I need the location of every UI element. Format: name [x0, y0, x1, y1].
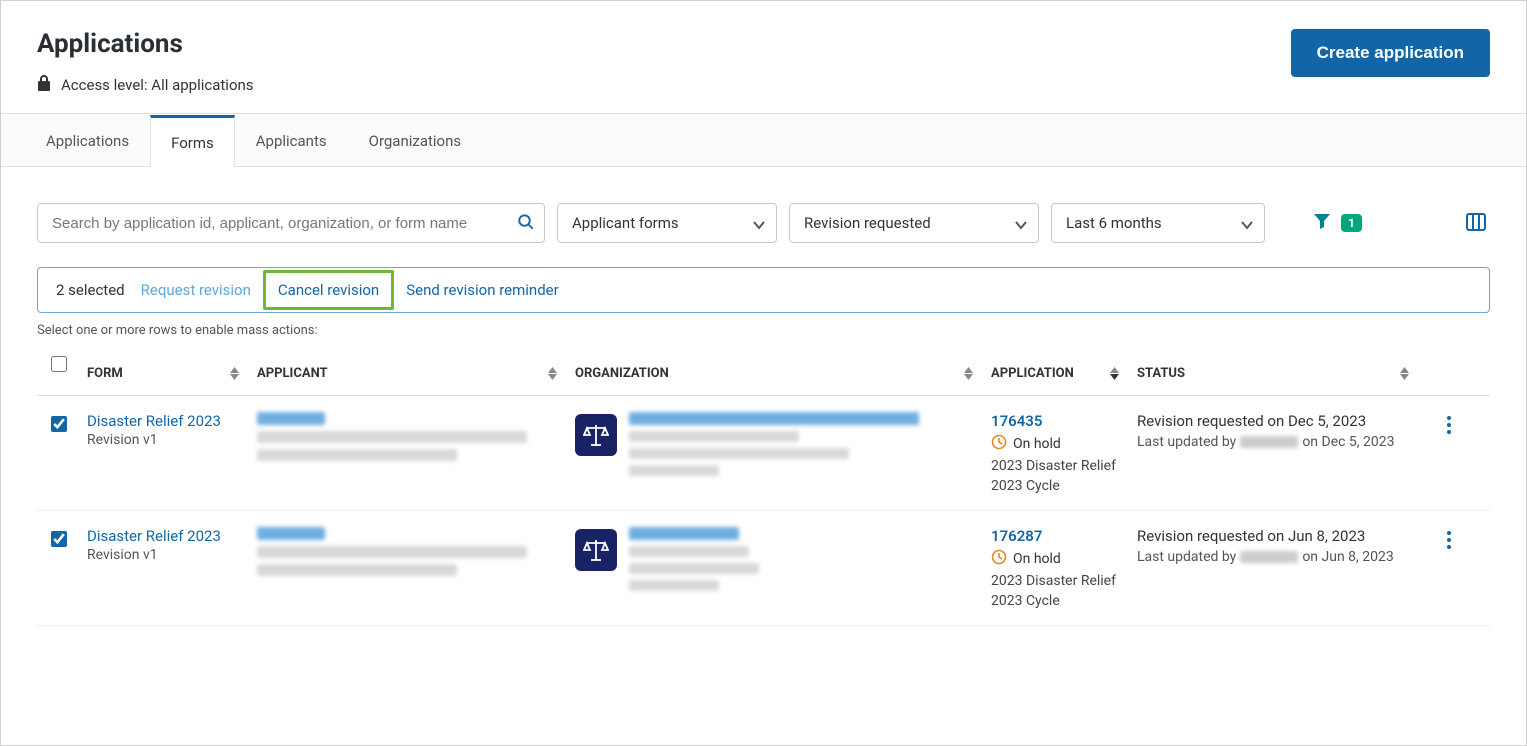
filter-count-badge: 1: [1341, 214, 1362, 232]
org-line-redacted: [629, 431, 799, 442]
form-name-link[interactable]: Disaster Relief 2023: [87, 527, 245, 545]
org-line-redacted: [629, 546, 749, 557]
application-id-link[interactable]: 176287: [991, 527, 1125, 545]
select-status[interactable]: Revision requested: [789, 203, 1039, 243]
chevron-down-icon: [752, 218, 766, 236]
select-status-value: Revision requested: [804, 214, 931, 232]
mass-action-bar: 2 selected Request revision Cancel revis…: [37, 267, 1490, 313]
create-application-button[interactable]: Create application: [1291, 29, 1490, 77]
applicant-name-redacted: [257, 527, 325, 540]
tab-organizations[interactable]: Organizations: [348, 115, 483, 167]
table-row: Disaster Relief 2023 Revision v1: [37, 511, 1490, 626]
chevron-down-icon: [1240, 218, 1254, 236]
select-form-type[interactable]: Applicant forms: [557, 203, 777, 243]
scales-icon: [575, 414, 617, 456]
revision-label: Revision v1: [87, 432, 245, 448]
chevron-down-icon: [1014, 218, 1028, 236]
mass-action-helper: Select one or more rows to enable mass a…: [37, 323, 1490, 338]
form-name-link[interactable]: Disaster Relief 2023: [87, 412, 245, 430]
updated-suffix: on Dec 5, 2023: [1302, 434, 1394, 450]
updated-by-redacted: [1240, 551, 1298, 563]
select-date-value: Last 6 months: [1066, 214, 1162, 232]
applicant-email-redacted: [257, 564, 457, 576]
org-line-redacted: [629, 580, 719, 591]
updated-prefix: Last updated by: [1137, 434, 1236, 450]
on-hold-label: On hold: [1013, 436, 1061, 452]
select-form-type-value: Applicant forms: [572, 214, 679, 232]
col-organization[interactable]: ORGANIZATION: [569, 352, 985, 395]
search-input[interactable]: [37, 203, 545, 243]
org-line-redacted: [629, 448, 849, 459]
search-icon[interactable]: [515, 211, 537, 236]
tab-applications[interactable]: Applications: [25, 115, 150, 167]
table-row: Disaster Relief 2023 Revision v1: [37, 396, 1490, 511]
applicant-email-redacted: [257, 449, 457, 461]
tabs: Applications Forms Applicants Organizati…: [1, 113, 1526, 167]
tab-applicants[interactable]: Applicants: [235, 115, 348, 167]
filter-icon[interactable]: [1313, 212, 1331, 234]
request-revision-action[interactable]: Request revision: [141, 281, 251, 299]
program-name: 2023 Disaster Relief: [991, 458, 1125, 474]
clock-icon: [991, 434, 1007, 454]
row-more-button[interactable]: [1443, 527, 1455, 556]
row-more-button[interactable]: [1443, 412, 1455, 441]
applicant-address-redacted: [257, 431, 527, 443]
row-checkbox[interactable]: [51, 531, 67, 547]
updated-by-redacted: [1240, 436, 1298, 448]
columns-button[interactable]: [1462, 209, 1490, 238]
cycle-name: 2023 Cycle: [991, 478, 1125, 494]
org-line-redacted: [629, 465, 719, 476]
on-hold-label: On hold: [1013, 551, 1061, 567]
select-date-range[interactable]: Last 6 months: [1051, 203, 1265, 243]
access-level-text: Access level: All applications: [61, 76, 254, 94]
status-text: Revision requested on Dec 5, 2023: [1137, 412, 1415, 430]
tab-forms[interactable]: Forms: [150, 115, 235, 167]
col-applicant[interactable]: APPLICANT: [251, 352, 569, 395]
page-title: Applications: [37, 29, 254, 59]
revision-label: Revision v1: [87, 547, 245, 563]
org-name-redacted: [629, 527, 739, 540]
scales-icon: [575, 529, 617, 571]
col-form[interactable]: FORM: [81, 352, 251, 395]
updated-suffix: on Jun 8, 2023: [1302, 549, 1393, 565]
col-application[interactable]: APPLICATION: [985, 352, 1131, 395]
clock-icon: [991, 549, 1007, 569]
updated-prefix: Last updated by: [1137, 549, 1236, 565]
col-status[interactable]: STATUS: [1131, 352, 1421, 395]
applicant-address-redacted: [257, 546, 527, 558]
org-name-redacted: [629, 412, 919, 425]
send-reminder-action[interactable]: Send revision reminder: [406, 281, 558, 299]
cycle-name: 2023 Cycle: [991, 593, 1125, 609]
select-all-checkbox[interactable]: [51, 356, 67, 372]
application-id-link[interactable]: 176435: [991, 412, 1125, 430]
selected-count: 2 selected: [56, 281, 125, 299]
applicant-name-redacted: [257, 412, 325, 425]
cancel-revision-action[interactable]: Cancel revision: [278, 281, 379, 299]
row-checkbox[interactable]: [51, 416, 67, 432]
status-text: Revision requested on Jun 8, 2023: [1137, 527, 1415, 545]
program-name: 2023 Disaster Relief: [991, 573, 1125, 589]
org-line-redacted: [629, 563, 759, 574]
lock-icon: [37, 75, 51, 95]
